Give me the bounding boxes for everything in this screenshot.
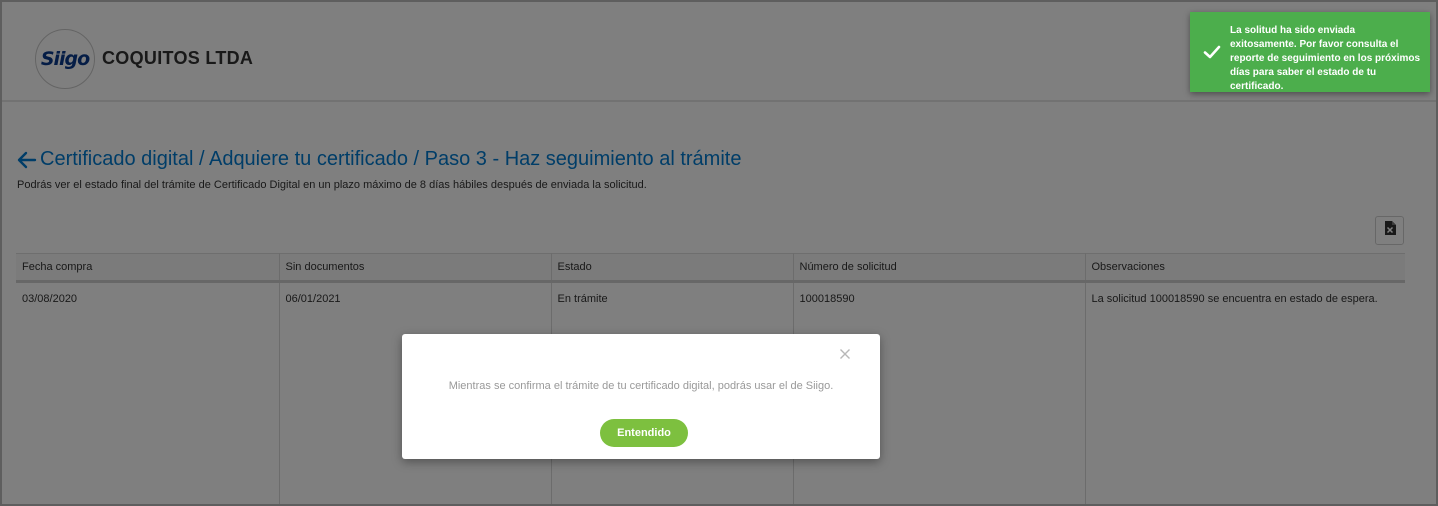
close-icon[interactable] <box>838 347 852 361</box>
app-window: Siigo COQUITOS LTDA Certificado digital … <box>0 0 1438 506</box>
success-toast[interactable]: La solitud ha sido enviada exitosamente.… <box>1190 12 1430 92</box>
toast-message: La solitud ha sido enviada exitosamente.… <box>1230 25 1421 92</box>
check-icon <box>1202 42 1222 62</box>
modal-message: Mientras se confirma el trámite de tu ce… <box>448 380 834 392</box>
info-modal: Mientras se confirma el trámite de tu ce… <box>402 334 880 459</box>
understood-button[interactable]: Entendido <box>600 419 688 447</box>
